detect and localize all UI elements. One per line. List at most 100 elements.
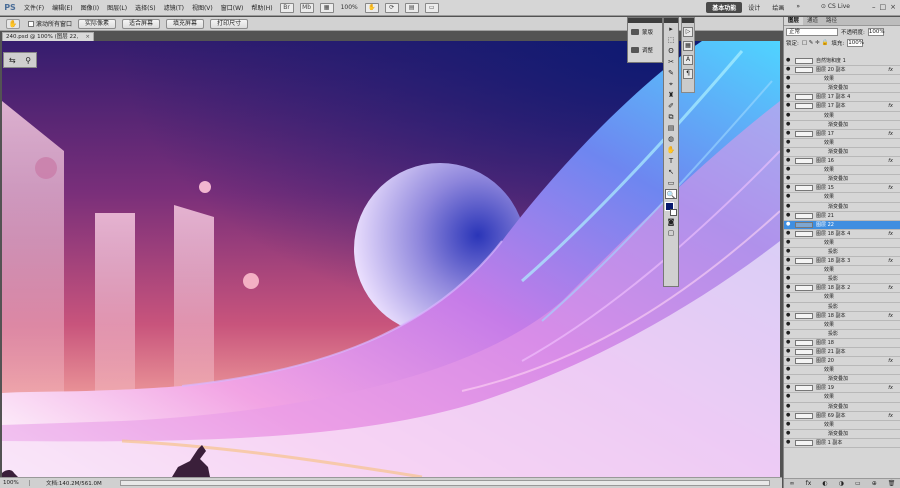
zoom-tool-icon[interactable]: 🔍 <box>665 189 677 199</box>
visibility-eye-icon[interactable]: ● <box>786 230 791 236</box>
layer-effect-row[interactable]: ● 效果 <box>784 166 900 176</box>
layer-thumbnail[interactable] <box>795 130 813 137</box>
menu-view[interactable]: 视图(V) <box>188 3 217 12</box>
screen-mode-icon[interactable]: ▢ <box>665 228 677 238</box>
layer-row[interactable]: ● 图层 18 副本 4 fx <box>784 230 900 239</box>
strip-header[interactable] <box>682 18 694 23</box>
visibility-eye-icon[interactable]: ● <box>786 76 791 81</box>
gradient-tool-icon[interactable]: ▤ <box>665 123 677 133</box>
layer-row[interactable]: ● 图层 20 fx <box>784 357 900 367</box>
layer-effect-row[interactable]: ● 投影 <box>784 248 900 258</box>
layer-row[interactable]: ● 图层 21 副本 <box>784 348 900 358</box>
visibility-eye-icon[interactable]: ● <box>786 248 791 254</box>
move-tool-icon[interactable]: ▸ <box>665 24 677 34</box>
layer-fx-icon[interactable]: fx <box>888 284 893 292</box>
layer-fx-icon[interactable]: fx <box>888 257 893 265</box>
fill-screen-button[interactable]: 填充屏幕 <box>166 18 205 29</box>
layer-row[interactable]: ● 图层 69 副本 fx <box>784 412 900 421</box>
adjustments-button[interactable]: 调整 <box>628 41 662 59</box>
stamp-tool-icon[interactable]: ♜ <box>665 90 677 100</box>
shape-tool-icon[interactable]: ▭ <box>665 178 677 188</box>
layer-effect-row[interactable]: ● 渐变叠加 <box>784 148 900 158</box>
lock-icons[interactable]: □ ✎ ✛ 🔒 <box>802 40 829 46</box>
horizontal-scrollbar[interactable] <box>120 480 770 486</box>
print-size-button[interactable]: 打印尺寸 <box>210 18 249 29</box>
visibility-eye-icon[interactable]: ● <box>786 194 791 199</box>
layer-row[interactable]: ● 图层 21 <box>784 212 900 221</box>
visibility-eye-icon[interactable]: ● <box>786 121 791 127</box>
layer-effect-row[interactable]: ● 效果 <box>784 193 900 203</box>
visibility-eye-icon[interactable]: ● <box>786 367 791 372</box>
masks-button[interactable]: 蒙版 <box>628 23 662 41</box>
minimize-icon[interactable]: – <box>872 3 876 11</box>
visibility-eye-icon[interactable]: ● <box>786 130 791 136</box>
layer-effect-row[interactable]: ● 投影 <box>784 330 900 339</box>
cs-live-button[interactable]: ⊙ CS Live <box>821 3 850 10</box>
layer-fx-icon[interactable]: fx <box>888 184 893 192</box>
layer-row[interactable]: ● 图层 16 fx <box>784 157 900 167</box>
quick-mask-icon[interactable]: ◙ <box>665 217 677 227</box>
workspace-more[interactable]: » <box>790 2 806 13</box>
visibility-eye-icon[interactable]: ● <box>786 258 791 263</box>
layer-thumbnail[interactable] <box>795 339 813 346</box>
visibility-eye-icon[interactable]: ● <box>786 221 791 227</box>
guides-icon[interactable]: ▦ <box>319 2 334 13</box>
status-doc-info[interactable]: 文档:140.2M/561.0M <box>30 479 102 487</box>
layer-row[interactable]: ● 图层 1 副本 <box>784 439 900 449</box>
visibility-eye-icon[interactable]: ● <box>786 430 791 436</box>
layer-fx-icon[interactable]: fx <box>888 157 893 165</box>
visibility-eye-icon[interactable]: ● <box>786 303 791 309</box>
visibility-eye-icon[interactable]: ● <box>786 385 791 390</box>
layer-row[interactable]: ● 图层 17 副本 4 <box>784 93 900 103</box>
delete-layer-icon[interactable]: 🗑 <box>888 480 896 487</box>
layer-row[interactable]: ● 图层 20 副本 fx <box>784 66 900 76</box>
visibility-eye-icon[interactable]: ● <box>786 239 791 245</box>
status-zoom[interactable]: 100% <box>0 480 30 486</box>
visibility-eye-icon[interactable]: ● <box>786 203 791 209</box>
rotate-view-icon[interactable]: ⟳ <box>384 2 399 13</box>
layer-fx-icon[interactable]: fx <box>888 384 893 392</box>
hand-tool-icon[interactable]: ✋ <box>6 18 20 29</box>
layer-thumbnail[interactable] <box>795 221 813 228</box>
layer-fx-icon[interactable]: fx <box>888 230 893 238</box>
menu-window[interactable]: 窗口(W) <box>217 3 248 12</box>
layer-thumbnail[interactable] <box>795 285 813 292</box>
opacity-field[interactable]: 100% <box>867 27 885 36</box>
dodge-tool-icon[interactable]: ◍ <box>665 134 677 144</box>
layer-thumbnail[interactable] <box>795 103 813 110</box>
visibility-eye-icon[interactable]: ● <box>786 276 791 281</box>
visibility-eye-icon[interactable]: ● <box>786 94 791 99</box>
move-tool-icon[interactable]: ⇆ <box>9 56 16 65</box>
layer-thumbnail[interactable] <box>795 385 813 392</box>
layer-effect-row[interactable]: ● 投影 <box>784 275 900 285</box>
visibility-eye-icon[interactable]: ● <box>786 103 791 108</box>
crop-tool-icon[interactable]: ✂ <box>665 57 677 67</box>
toolbox-header[interactable] <box>664 18 678 23</box>
add-style-icon[interactable]: fx <box>806 480 812 487</box>
layer-effect-row[interactable]: ● 效果 <box>784 421 900 430</box>
properties-icon[interactable]: ▦ <box>683 41 693 51</box>
history-brush-icon[interactable]: ⧉ <box>665 112 677 122</box>
lasso-tool-icon[interactable]: ʘ <box>665 46 677 56</box>
menu-layer[interactable]: 图层(L) <box>103 3 131 12</box>
visibility-eye-icon[interactable]: ● <box>786 158 791 163</box>
paragraph-icon[interactable]: ¶ <box>683 69 693 79</box>
tab-paths[interactable]: 路径 <box>822 17 841 25</box>
path-select-icon[interactable]: ↖ <box>665 167 677 177</box>
character-icon[interactable]: A <box>683 55 693 65</box>
visibility-eye-icon[interactable]: ● <box>786 267 791 272</box>
arrange-docs-icon[interactable]: ▤ <box>404 2 419 13</box>
pin-tool-icon[interactable]: ⚲ <box>25 56 31 65</box>
scroll-all-windows-checkbox[interactable]: 滚动所有窗口 <box>28 19 72 28</box>
layer-effect-row[interactable]: ● 效果 <box>784 112 900 121</box>
layer-row[interactable]: ● 图层 18 副本 fx <box>784 312 900 321</box>
fill-field[interactable]: 100% <box>847 38 864 47</box>
menu-image[interactable]: 图像(I) <box>77 3 103 12</box>
visibility-eye-icon[interactable]: ● <box>786 376 791 381</box>
layer-effect-row[interactable]: ● 效果 <box>784 266 900 276</box>
visibility-eye-icon[interactable]: ● <box>786 176 791 181</box>
layer-fx-icon[interactable]: fx <box>888 412 893 420</box>
layer-thumbnail[interactable] <box>795 158 813 165</box>
layer-effect-row[interactable]: ● 渐变叠加 <box>784 430 900 439</box>
layer-effect-row[interactable]: ● 渐变叠加 <box>784 403 900 412</box>
